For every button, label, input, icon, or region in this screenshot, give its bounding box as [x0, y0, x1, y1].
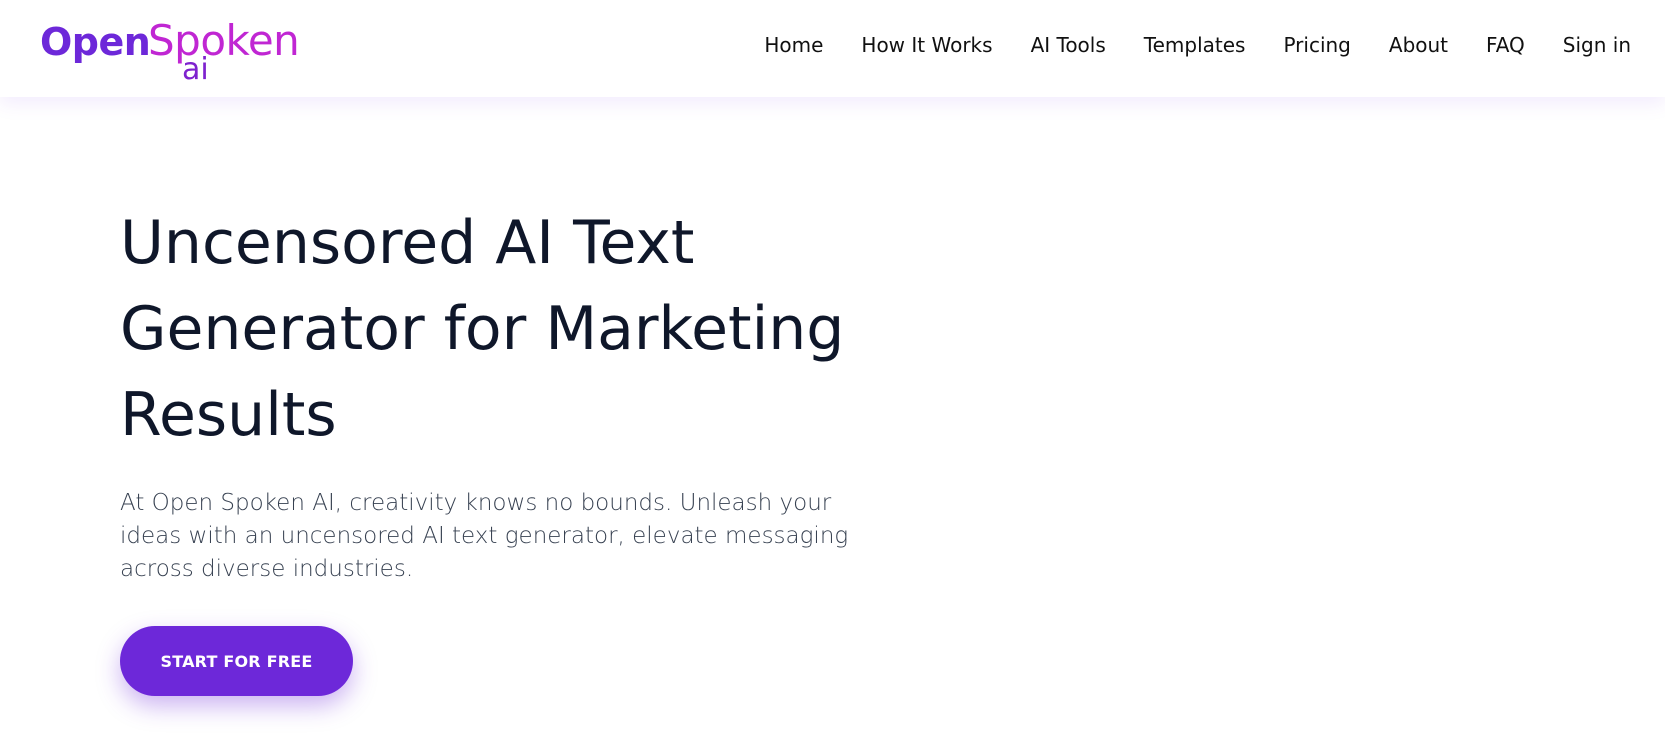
- nav-link-home[interactable]: Home: [764, 33, 823, 57]
- hero-title: Uncensored AI Text Generator for Marketi…: [120, 208, 845, 450]
- nav-link-pricing[interactable]: Pricing: [1283, 33, 1350, 57]
- nav-link-faq[interactable]: FAQ: [1486, 33, 1525, 57]
- nav-link-templates[interactable]: Templates: [1144, 33, 1246, 57]
- site-header: Open Spoken ai Home How It Works AI Tool…: [0, 0, 1665, 97]
- logo-text-ai: ai: [182, 52, 209, 87]
- hero-description: At Open Spoken AI, creativity knows no b…: [120, 490, 849, 582]
- nav-link-ai-tools[interactable]: AI Tools: [1031, 33, 1106, 57]
- nav-link-about[interactable]: About: [1389, 33, 1448, 57]
- main-nav: Home How It Works AI Tools Templates Pri…: [764, 0, 1631, 90]
- logo-text-spoken: Spoken: [148, 16, 300, 65]
- nav-link-how-it-works[interactable]: How It Works: [861, 33, 992, 57]
- start-for-free-button[interactable]: START FOR FREE: [120, 626, 353, 696]
- logo-text-open: Open: [40, 20, 151, 64]
- nav-link-sign-in[interactable]: Sign in: [1563, 33, 1631, 57]
- brand-logo[interactable]: Open Spoken ai: [40, 14, 330, 87]
